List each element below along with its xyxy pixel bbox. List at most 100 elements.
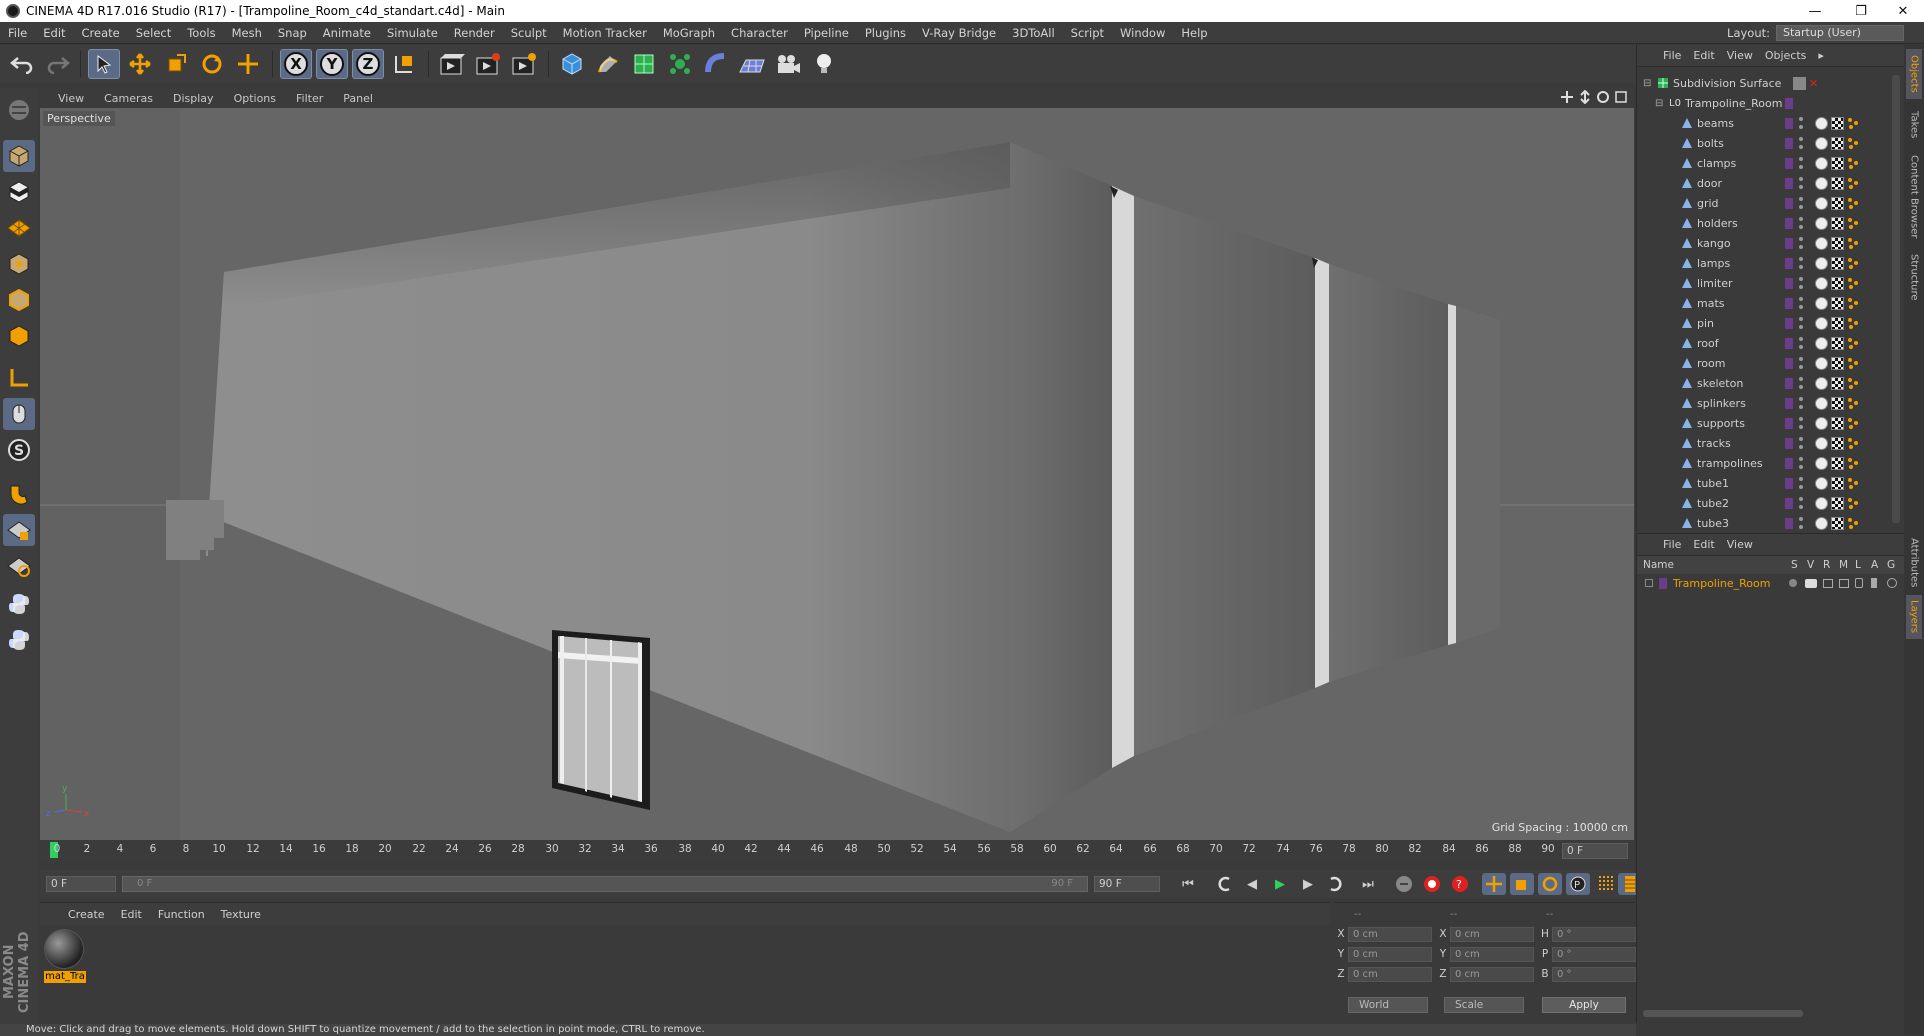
viewport-menu-cameras[interactable]: Cameras: [94, 92, 163, 105]
uvw-tag-icon[interactable]: [1831, 176, 1844, 190]
enable-snap-icon[interactable]: [3, 478, 35, 510]
play-icon[interactable]: ▶: [1268, 873, 1292, 895]
generator-toggle-icon[interactable]: [1887, 578, 1897, 588]
menu-tools[interactable]: Tools: [179, 26, 223, 40]
solo-mode-icon[interactable]: S: [3, 434, 35, 466]
material-tag-icon[interactable]: [1847, 257, 1859, 270]
visibility-dots-icon[interactable]: [1799, 517, 1805, 529]
position-x-field[interactable]: 0 cm: [1348, 926, 1432, 942]
manager-toggle-icon[interactable]: [1839, 578, 1849, 588]
uvw-tag-icon[interactable]: [1831, 336, 1844, 350]
material-menu-edit[interactable]: Edit: [113, 908, 150, 921]
cube-primitive-icon[interactable]: [556, 49, 588, 79]
menu-vray-bridge[interactable]: V-Ray Bridge: [914, 26, 1004, 40]
visibility-dots-icon[interactable]: [1799, 457, 1805, 469]
apply-button[interactable]: Apply: [1542, 997, 1626, 1013]
phong-tag-icon[interactable]: [1815, 296, 1828, 310]
object-row[interactable]: clamps: [1637, 153, 1905, 173]
layer-color-swatch[interactable]: [1659, 577, 1667, 589]
phong-tag-icon[interactable]: [1815, 436, 1828, 450]
collapse-toggle-icon[interactable]: ⊟: [1643, 78, 1653, 89]
visibility-dots-icon[interactable]: [1799, 437, 1805, 449]
material-tag-icon[interactable]: [1847, 377, 1859, 390]
menu-file[interactable]: File: [0, 26, 35, 40]
menu-character[interactable]: Character: [723, 26, 796, 40]
transform-icon[interactable]: [232, 49, 264, 79]
subdivision-surface-icon[interactable]: [628, 49, 660, 79]
material-menu-create[interactable]: Create: [60, 908, 113, 921]
visibility-dots-icon[interactable]: [1799, 117, 1805, 129]
camera-icon[interactable]: [772, 49, 804, 79]
tweak-mode-icon[interactable]: [3, 398, 35, 430]
visibility-dots-icon[interactable]: [1799, 357, 1805, 369]
menu-plugins[interactable]: Plugins: [857, 26, 914, 40]
previous-frame-icon[interactable]: ◀: [1240, 873, 1264, 895]
live-selection-icon[interactable]: [88, 49, 120, 79]
layer-name[interactable]: Trampoline_Room: [1673, 577, 1770, 590]
object-row[interactable]: skeleton: [1637, 373, 1905, 393]
points-mode-icon[interactable]: [3, 248, 35, 280]
floor-scene-icon[interactable]: [736, 49, 768, 79]
material-tag-icon[interactable]: [1847, 237, 1859, 250]
quantize-icon[interactable]: [3, 550, 35, 582]
polygons-mode-icon[interactable]: [3, 320, 35, 352]
move-icon[interactable]: [124, 49, 156, 79]
uvw-tag-icon[interactable]: [1831, 156, 1844, 170]
column-solo[interactable]: S: [1791, 559, 1798, 571]
menu-sculpt[interactable]: Sculpt: [503, 26, 555, 40]
menu-snap[interactable]: Snap: [270, 26, 315, 40]
material-tag-icon[interactable]: [1847, 217, 1859, 230]
viewport-menu-filter[interactable]: Filter: [286, 92, 333, 105]
menu-help[interactable]: Help: [1173, 26, 1215, 40]
lock-icon[interactable]: [1855, 578, 1863, 588]
menu-3dtoall[interactable]: 3DToAll: [1004, 26, 1063, 40]
phong-tag-icon[interactable]: [1815, 316, 1828, 330]
make-editable-icon[interactable]: [3, 94, 35, 126]
visibility-dots-icon[interactable]: [1799, 197, 1805, 209]
key-position-icon[interactable]: [1482, 873, 1506, 895]
viewport-rotate-icon[interactable]: [1596, 90, 1610, 104]
object-row[interactable]: kango: [1637, 233, 1905, 253]
material-tag-icon[interactable]: [1847, 337, 1859, 350]
object-row[interactable]: splinkers: [1637, 393, 1905, 413]
object-row[interactable]: tracks: [1637, 433, 1905, 453]
edit-toggle-icon[interactable]: [1793, 76, 1806, 90]
disabled-x-icon[interactable]: ✕: [1809, 77, 1818, 90]
column-locked[interactable]: L: [1855, 559, 1861, 571]
visibility-dots-icon[interactable]: [1799, 277, 1805, 289]
material-tag-icon[interactable]: [1847, 357, 1859, 370]
uvw-tag-icon[interactable]: [1831, 216, 1844, 230]
visibility-dots-icon[interactable]: [1799, 217, 1805, 229]
restore-button[interactable]: ❐: [1838, 0, 1884, 22]
end-frame-field[interactable]: 90 F: [1094, 876, 1160, 892]
column-name[interactable]: Name: [1643, 559, 1674, 571]
material-tag-icon[interactable]: [1847, 157, 1859, 170]
size-y-field[interactable]: 0 cm: [1450, 946, 1534, 962]
current-frame-field[interactable]: 0 F: [1562, 843, 1628, 859]
uvw-tag-icon[interactable]: [1831, 436, 1844, 450]
viewport-menu-panel[interactable]: Panel: [333, 92, 383, 105]
phong-tag-icon[interactable]: [1815, 236, 1828, 250]
object-row[interactable]: mats: [1637, 293, 1905, 313]
light-icon[interactable]: [808, 49, 840, 79]
object-menu-more[interactable]: ▸: [1812, 49, 1830, 62]
next-frame-icon[interactable]: ▶: [1296, 873, 1320, 895]
position-y-field[interactable]: 0 cm: [1348, 946, 1432, 962]
visibility-dots-icon[interactable]: [1799, 137, 1805, 149]
menu-motion-tracker[interactable]: Motion Tracker: [555, 26, 655, 40]
layer-menu-view[interactable]: View: [1721, 538, 1759, 551]
axis-mode-icon[interactable]: [3, 362, 35, 394]
coordinate-system-icon[interactable]: [388, 49, 420, 79]
uvw-tag-icon[interactable]: [1831, 316, 1844, 330]
uvw-tag-icon[interactable]: [1831, 196, 1844, 210]
uvw-tag-icon[interactable]: [1831, 116, 1844, 130]
cloner-icon[interactable]: [664, 49, 696, 79]
phong-tag-icon[interactable]: [1815, 356, 1828, 370]
render-toggle-icon[interactable]: [1823, 578, 1833, 588]
visibility-dots-icon[interactable]: [1799, 237, 1805, 249]
render-picture-viewer-icon[interactable]: [472, 49, 504, 79]
deformer-icon[interactable]: [700, 49, 732, 79]
object-row[interactable]: door: [1637, 173, 1905, 193]
menu-window[interactable]: Window: [1112, 26, 1173, 40]
column-render[interactable]: R: [1823, 559, 1830, 571]
